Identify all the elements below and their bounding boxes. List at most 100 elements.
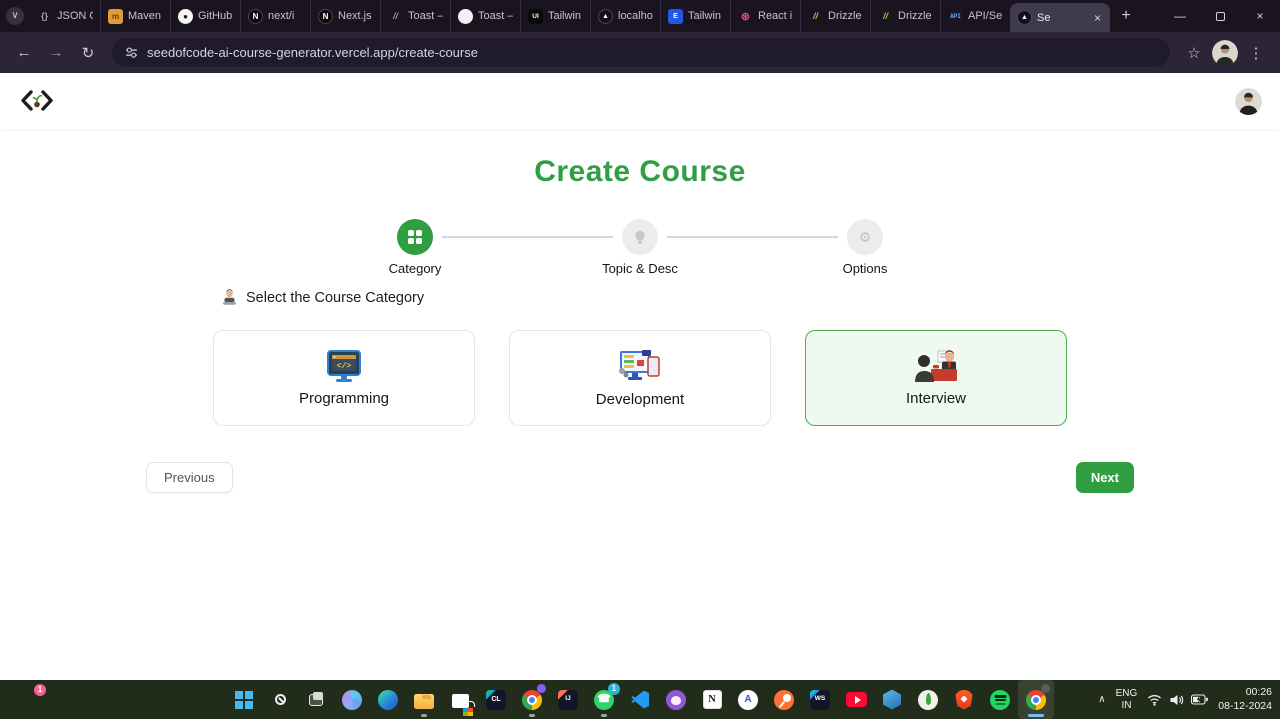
taskbar-github-desktop-icon[interactable] [658, 680, 694, 719]
tab-search-button[interactable]: ∨ [0, 0, 30, 32]
step-label: Category [388, 261, 442, 276]
user-avatar[interactable] [1235, 87, 1262, 115]
tray-time: 00:26 [1245, 686, 1272, 699]
github-favicon-icon: ● [178, 8, 193, 24]
taskbar-edge-icon[interactable] [370, 680, 406, 719]
address-bar[interactable]: seedofcode-ai-course-generator.vercel.ap… [112, 38, 1170, 67]
taskbar-spotify-icon[interactable] [982, 680, 1018, 719]
tab-13-api-se[interactable]: API API/Se [940, 0, 1010, 32]
reload-button[interactable]: ↻ [74, 39, 102, 67]
taskbar-whatsapp-icon[interactable]: ☎ 1 [586, 680, 622, 719]
browser-tab-strip: ∨ {} JSON C m Maven ● GitHub N next/i N … [0, 0, 1280, 32]
tab-11-drizzle[interactable]: // Drizzle [800, 0, 870, 32]
tab-10-react-i[interactable]: ⊛ React i [730, 0, 800, 32]
taskbar-copilot-icon[interactable] [334, 680, 370, 719]
taskbar-start-icon[interactable] [226, 680, 262, 719]
screen: ∨ {} JSON C m Maven ● GitHub N next/i N … [0, 0, 1280, 719]
gear-icon: ⚙ [847, 219, 883, 255]
category-card-development[interactable]: Development [509, 330, 771, 426]
taskbar-search-icon[interactable] [262, 680, 298, 719]
vercel-active-favicon-icon: ▲ [1017, 10, 1032, 25]
tab-8-localho[interactable]: ▲ localho [590, 0, 660, 32]
taskbar-notion-icon[interactable]: N [694, 680, 730, 719]
step-category[interactable]: Category [389, 219, 441, 276]
seedofcode-logo-icon[interactable] [18, 88, 56, 114]
step-topic-desc[interactable]: Topic & Desc [602, 219, 678, 276]
taskbar-postman-icon[interactable] [766, 680, 802, 719]
tab-0-json-c[interactable]: {} JSON C [30, 0, 100, 32]
tab-7-tailwin[interactable]: UI Tailwin [520, 0, 590, 32]
taskbar-apna-college-icon[interactable]: A [730, 680, 766, 719]
taskbar-chrome-icon[interactable] [514, 680, 550, 719]
taskbar-icons: CL IJ ☎ 1 N A WS [226, 680, 1054, 719]
taskbar-microsoft-store-icon[interactable] [442, 680, 478, 719]
back-button[interactable]: ← [10, 39, 38, 67]
svg-text:</>: </> [337, 362, 352, 371]
new-tab-button[interactable]: + [1110, 0, 1142, 32]
taskbar-intellij-idea-icon[interactable]: IJ [550, 680, 586, 719]
category-cards: </> Programming Development Interview [213, 330, 1067, 426]
wifi-icon [1148, 694, 1162, 706]
tab-1-maven[interactable]: m Maven [100, 0, 170, 32]
tab-5-toast-[interactable]: // Toast – [380, 0, 450, 32]
json-favicon-icon: {} [40, 11, 48, 21]
card-label: Development [595, 391, 685, 408]
forward-button[interactable]: → [42, 39, 70, 67]
tab-6-toast-[interactable]: Toast – [450, 0, 520, 32]
category-card-programming[interactable]: </> Programming [213, 330, 475, 426]
tab-14-se[interactable]: ▲ Se × [1010, 3, 1110, 32]
taskbar-clion-icon[interactable]: CL [478, 680, 514, 719]
taskbar-chrome-active-icon[interactable] [1018, 680, 1054, 719]
minimize-button[interactable]: — [1160, 0, 1200, 32]
chrome-dot-badge [537, 684, 546, 693]
tab-4-next-js[interactable]: N Next.js [310, 0, 380, 32]
tab-3-next-i[interactable]: N next/i [240, 0, 310, 32]
tray-status-icons[interactable] [1147, 694, 1209, 706]
page-content: Create Course Category Topic & Desc ⚙ Op… [0, 73, 1280, 680]
tab-9-tailwin[interactable]: E Tailwin [660, 0, 730, 32]
vercel-favicon-icon: ▲ [598, 8, 613, 24]
taskbar-mongodb-icon[interactable] [910, 680, 946, 719]
taskbar-task-view-icon[interactable] [298, 680, 334, 719]
language-indicator[interactable]: ENG IN [1116, 688, 1138, 712]
site-header [0, 73, 1280, 129]
react-favicon-icon: ⊛ [740, 10, 751, 23]
window-controls: — × [1160, 0, 1280, 32]
tab-close-icon[interactable]: × [1092, 11, 1103, 25]
maximize-icon [1215, 11, 1225, 21]
select-category-label-row: Select the Course Category [221, 289, 1280, 306]
bulb-icon [622, 219, 658, 255]
development-monitor-icon [619, 350, 660, 380]
step-options[interactable]: ⚙ Options [843, 219, 887, 276]
bookmark-star-icon[interactable]: ☆ [1180, 39, 1208, 67]
site-info-icon[interactable] [125, 46, 138, 59]
ui-favicon-icon: UI [528, 8, 543, 24]
close-window-button[interactable]: × [1240, 0, 1280, 32]
previous-button[interactable]: Previous [146, 462, 233, 493]
wizard-nav-buttons: Previous Next [146, 462, 1134, 493]
card-label: Interview [905, 390, 967, 407]
volume-icon [1170, 694, 1184, 705]
interview-people-icon [915, 350, 957, 382]
tab-2-github[interactable]: ● GitHub [170, 0, 240, 32]
taskbar-orange-comma-icon[interactable]: 1 [18, 684, 46, 713]
next-button[interactable]: Next [1075, 462, 1134, 493]
tray-chevron-up-icon[interactable]: ∧ [1098, 694, 1105, 705]
tab-12-drizzle[interactable]: // Drizzle [870, 0, 940, 32]
whatsapp-badge: 1 [608, 683, 620, 695]
maximize-button[interactable] [1200, 0, 1240, 32]
step-label: Topic & Desc [602, 261, 678, 276]
taskbar-hexagon-app-icon[interactable] [874, 680, 910, 719]
taskbar-brave-icon[interactable] [946, 680, 982, 719]
select-category-label: Select the Course Category [246, 289, 425, 306]
category-grid-icon [397, 219, 433, 255]
taskbar-vscode-icon[interactable] [622, 680, 658, 719]
step-connector [667, 236, 838, 238]
taskbar-clock[interactable]: 00:26 08-12-2024 [1218, 686, 1272, 712]
taskbar-youtube-icon[interactable] [838, 680, 874, 719]
browser-menu-icon[interactable]: ⋮ [1242, 39, 1270, 67]
browser-profile-avatar[interactable] [1212, 39, 1238, 66]
category-card-interview[interactable]: Interview [805, 330, 1067, 426]
taskbar-webstorm-icon[interactable]: WS [802, 680, 838, 719]
taskbar-file-explorer-icon[interactable] [406, 680, 442, 719]
